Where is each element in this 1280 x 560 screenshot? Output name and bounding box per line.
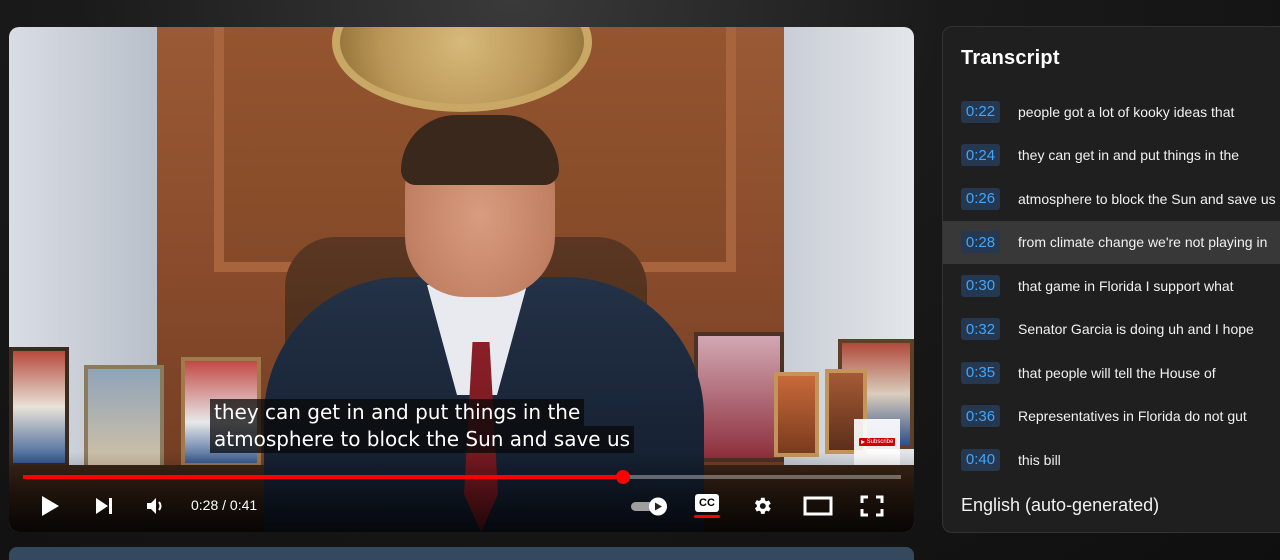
transcript-list[interactable]: 0:22 people got a lot of kooky ideas that… — [943, 90, 1280, 482]
below-player-strip — [9, 547, 914, 560]
transcript-segment[interactable]: 0:26 atmosphere to block the Sun and save… — [943, 177, 1280, 221]
subscribe-label: Subscribe — [866, 439, 894, 445]
transcript-title: Transcript — [961, 47, 1060, 69]
transcript-text: Senator Garcia is doing uh and I hope — [1018, 321, 1254, 338]
video-player[interactable]: they can get in and put things in the at… — [9, 27, 914, 532]
transcript-timestamp[interactable]: 0:22 — [961, 100, 1000, 123]
transcript-text: that game in Florida I support what — [1018, 277, 1234, 294]
autoplay-toggle-icon — [631, 497, 667, 516]
autoplay-toggle[interactable] — [629, 491, 671, 521]
transcript-timestamp[interactable]: 0:26 — [961, 187, 1000, 210]
transcript-segment[interactable]: 0:22 people got a lot of kooky ideas that — [943, 90, 1280, 134]
caption-line: they can get in and put things in the — [210, 399, 585, 426]
play-button[interactable] — [35, 491, 65, 521]
transcript-segment[interactable]: 0:30 that game in Florida I support what — [943, 264, 1280, 308]
transcript-timestamp[interactable]: 0:32 — [961, 318, 1000, 341]
transcript-segment[interactable]: 0:40 this bill — [943, 438, 1280, 482]
transcript-segment[interactable]: 0:24 they can get in and put things in th… — [943, 134, 1280, 178]
photo-frame — [774, 372, 819, 457]
speaker-hair — [401, 115, 559, 185]
transcript-text: people got a lot of kooky ideas that — [1018, 103, 1235, 120]
transcript-timestamp[interactable]: 0:24 — [961, 144, 1000, 167]
transcript-segment[interactable]: 0:36 Representatives in Florida do not gu… — [943, 395, 1280, 439]
next-button[interactable] — [89, 491, 119, 521]
transcript-text: from climate change we're not playing in — [1018, 234, 1268, 251]
transcript-text: that people will tell the House of — [1018, 364, 1216, 381]
photo-frame — [9, 347, 69, 467]
play-icon — [42, 496, 59, 516]
transcript-segment[interactable]: 0:28 from climate change we're not playin… — [943, 220, 1280, 264]
transcript-text: this bill — [1018, 451, 1061, 468]
skip-next-icon — [96, 498, 112, 514]
transcript-timestamp[interactable]: 0:28 — [961, 231, 1000, 254]
captions-label: CC — [695, 494, 719, 512]
progress-played — [23, 475, 623, 479]
theater-mode-button[interactable] — [801, 491, 835, 521]
transcript-segment[interactable]: 0:35 that people will tell the House of — [943, 351, 1280, 395]
theater-mode-icon — [803, 496, 833, 516]
transcript-timestamp[interactable]: 0:35 — [961, 361, 1000, 384]
youtube-icon: Subscribe — [858, 438, 896, 446]
time-display: 0:28 / 0:41 — [191, 497, 258, 513]
captions-active-indicator — [694, 515, 720, 518]
transcript-timestamp[interactable]: 0:36 — [961, 405, 1000, 428]
fullscreen-icon — [860, 495, 884, 517]
volume-icon — [147, 498, 162, 514]
transcript-timestamp[interactable]: 0:40 — [961, 448, 1000, 471]
scrubber-handle[interactable] — [615, 470, 630, 484]
captions-button[interactable]: CC — [691, 491, 723, 521]
progress-bar[interactable] — [23, 470, 901, 484]
volume-button[interactable] — [141, 491, 171, 521]
gear-icon — [754, 497, 771, 514]
transcript-text: atmosphere to block the Sun and save us — [1018, 190, 1276, 207]
settings-button[interactable] — [747, 491, 777, 521]
photo-frame — [694, 332, 784, 462]
transcript-text: they can get in and put things in the — [1018, 147, 1240, 164]
transcript-segment[interactable]: 0:32 Senator Garcia is doing uh and I hop… — [943, 308, 1280, 352]
transcript-text: Representatives in Florida do not gut — [1018, 408, 1247, 425]
caption-overlay: they can get in and put things in the at… — [210, 399, 635, 453]
transcript-timestamp[interactable]: 0:30 — [961, 274, 1000, 297]
transcript-panel: Transcript 0:22 people got a lot of kooky… — [942, 26, 1280, 533]
fullscreen-button[interactable] — [857, 491, 887, 521]
transcript-language-selector[interactable]: English (auto-generated) — [961, 495, 1159, 516]
caption-line: atmosphere to block the Sun and save us — [210, 426, 635, 453]
